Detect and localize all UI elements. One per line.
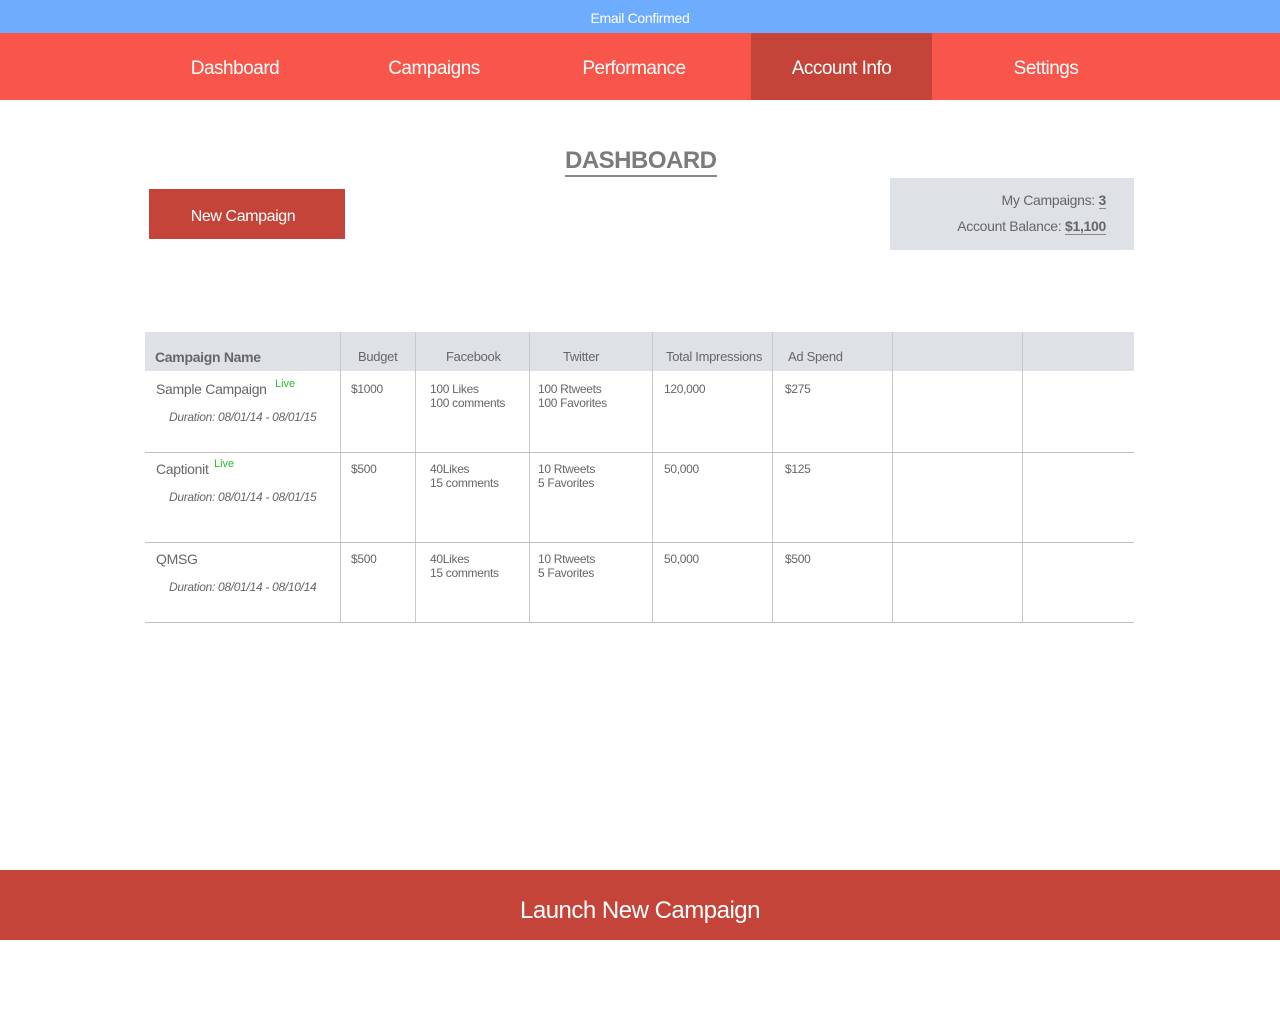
campaign-name[interactable]: Sample Campaign — [156, 381, 267, 397]
campaign-name[interactable]: QMSG — [156, 551, 198, 567]
nav-item-campaigns[interactable]: Campaigns — [345, 33, 523, 100]
twitter-retweets: 10 Rtweets — [538, 462, 596, 476]
page-title: DASHBOARD — [565, 147, 717, 177]
impressions-cell: 120,000 — [664, 382, 706, 396]
row-divider — [145, 542, 1134, 543]
facebook-comments: 15 comments — [430, 566, 499, 580]
column-divider — [415, 332, 416, 623]
facebook-likes: 100 Likes — [430, 382, 479, 396]
facebook-likes: 40Likes — [430, 552, 470, 566]
nav-item-dashboard[interactable]: Dashboard — [150, 33, 320, 100]
twitter-favorites: 100 Favorites — [538, 396, 607, 410]
campaign-name[interactable]: Captionit — [156, 461, 209, 477]
new-campaign-button[interactable]: New Campaign — [149, 189, 345, 239]
header-budget: Budget — [358, 349, 398, 364]
ad-spend-cell: $125 — [785, 462, 811, 476]
nav-item-performance[interactable]: Performance — [548, 33, 720, 100]
impressions-cell: 50,000 — [664, 462, 699, 476]
status-badge: Live — [214, 458, 235, 470]
header-ad-spend: Ad Spend — [788, 349, 843, 364]
twitter-retweets: 10 Rtweets — [538, 552, 596, 566]
campaign-duration: Duration: 08/01/14 - 08/01/15 — [169, 410, 317, 424]
header-total-impressions: Total Impressions — [666, 349, 763, 364]
main-nav: Dashboard Campaigns Performance Account … — [0, 33, 1280, 100]
column-divider — [892, 332, 893, 623]
account-balance-row: Account Balance: $1,100 — [957, 218, 1106, 235]
header-campaign-name: Campaign Name — [155, 349, 261, 365]
account-summary-panel: My Campaigns: 3 Account Balance: $1,100 — [890, 178, 1134, 250]
my-campaigns-label: My Campaigns: — [1001, 192, 1096, 208]
my-campaigns-count[interactable]: 3 — [1098, 192, 1106, 209]
facebook-comments: 100 comments — [430, 396, 506, 410]
impressions-cell: 50,000 — [664, 552, 699, 566]
nav-item-settings[interactable]: Settings — [957, 33, 1135, 100]
column-divider — [652, 332, 653, 623]
twitter-retweets: 100 Rtweets — [538, 382, 602, 396]
budget-cell: $500 — [351, 462, 377, 476]
ad-spend-cell: $500 — [785, 552, 811, 566]
header-twitter: Twitter — [563, 349, 600, 364]
header-facebook: Facebook — [446, 349, 501, 364]
row-divider — [145, 452, 1134, 453]
facebook-likes: 40Likes — [430, 462, 470, 476]
launch-new-campaign-button[interactable]: Launch New Campaign — [0, 870, 1280, 940]
column-divider — [529, 332, 530, 623]
table-header: Campaign Name Budget Facebook Twitter To… — [145, 332, 1134, 371]
twitter-favorites: 5 Favorites — [538, 476, 595, 490]
column-divider — [772, 332, 773, 623]
campaigns-table: Campaign Name Budget Facebook Twitter To… — [145, 332, 1134, 623]
budget-cell: $1000 — [351, 382, 383, 396]
twitter-favorites: 5 Favorites — [538, 566, 595, 580]
status-badge: Live — [275, 378, 296, 390]
campaign-duration: Duration: 08/01/14 - 08/01/15 — [169, 490, 317, 504]
row-divider — [145, 622, 1134, 623]
account-balance-label: Account Balance: — [957, 218, 1062, 234]
account-balance-value[interactable]: $1,100 — [1064, 218, 1106, 235]
page-title-text: DASHBOARD — [565, 147, 717, 177]
my-campaigns-row: My Campaigns: 3 — [1001, 192, 1106, 209]
campaign-duration: Duration: 08/01/14 - 08/10/14 — [169, 580, 317, 594]
nav-item-account-info[interactable]: Account Info — [751, 33, 932, 100]
budget-cell: $500 — [351, 552, 377, 566]
email-confirmed-banner: Email Confirmed — [0, 0, 1280, 33]
facebook-comments: 15 comments — [430, 476, 499, 490]
column-divider — [1022, 332, 1023, 623]
column-divider — [340, 332, 341, 623]
ad-spend-cell: $275 — [785, 382, 811, 396]
